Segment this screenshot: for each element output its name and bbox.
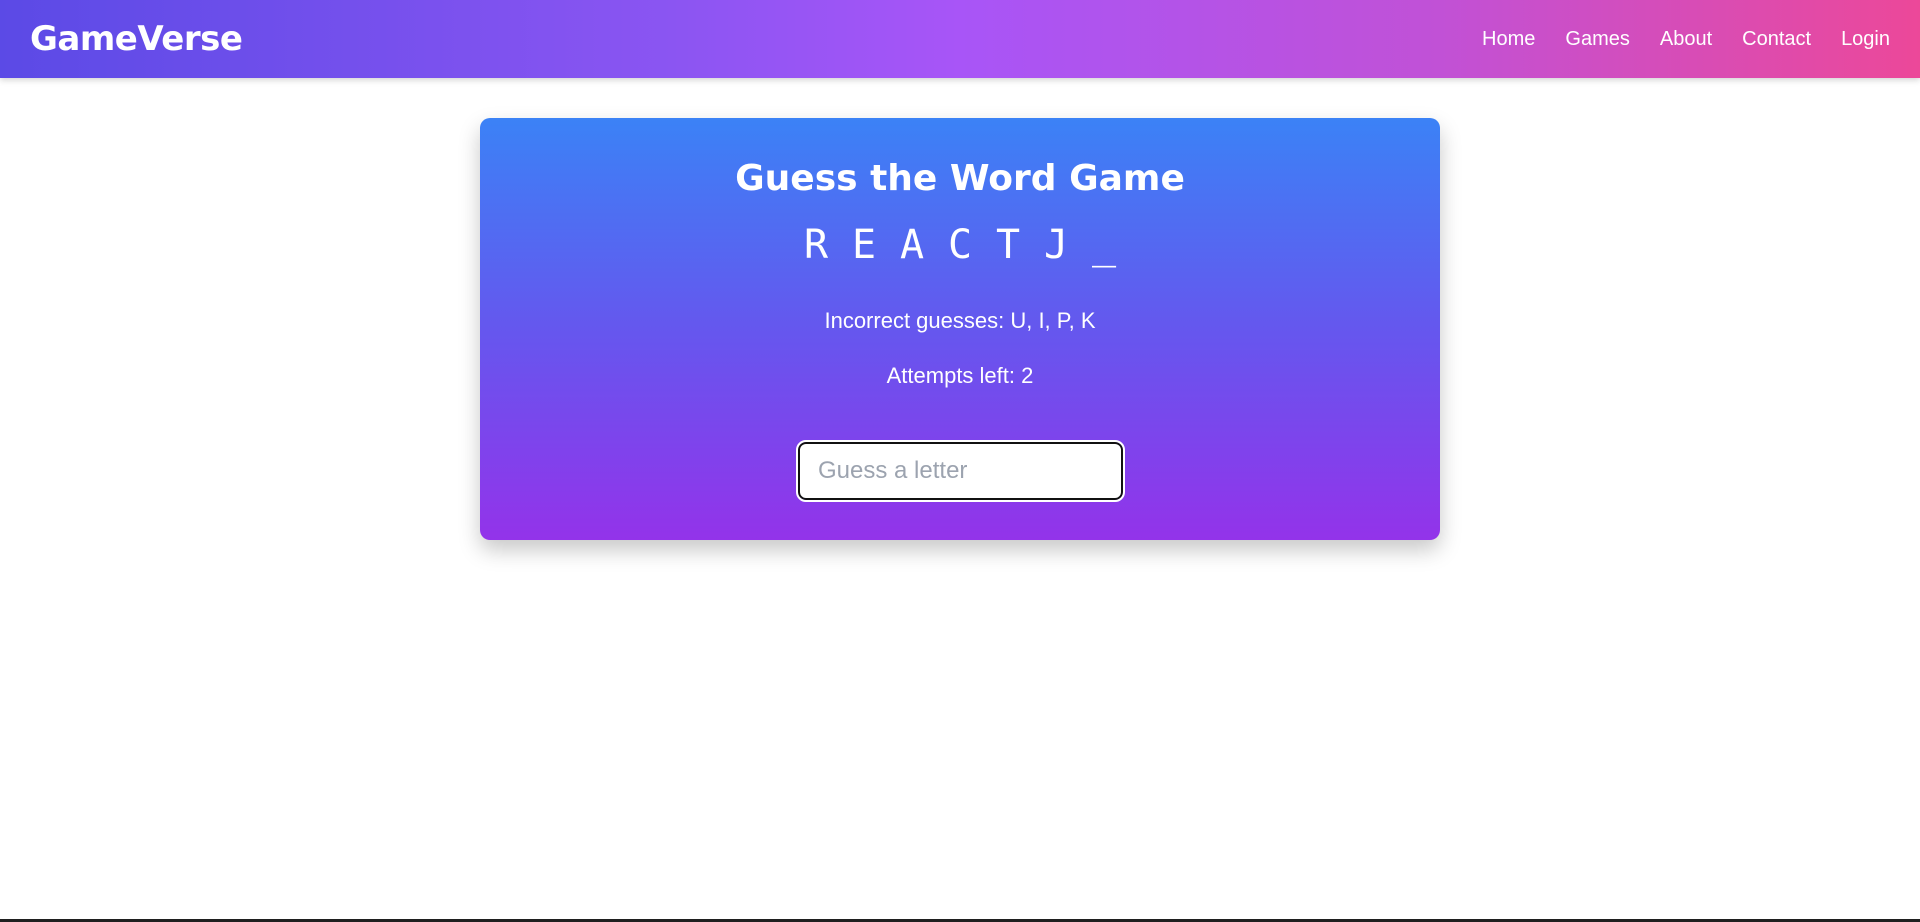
game-title: Guess the Word Game [735, 158, 1185, 199]
nav-login-link[interactable]: Login [1841, 28, 1890, 51]
guess-letter-input[interactable] [796, 440, 1125, 502]
word-letter: J [1043, 222, 1069, 268]
nav-games-link[interactable]: Games [1565, 28, 1629, 51]
nav-about-link[interactable]: About [1660, 28, 1712, 51]
page: GameVerse Home Games About Contact Login… [0, 0, 1920, 922]
word-letter: _ [1091, 222, 1117, 268]
word-letter: R [803, 222, 829, 268]
word-letter: T [995, 222, 1021, 268]
brand-logo[interactable]: GameVerse [30, 19, 243, 59]
word-letter: A [899, 222, 925, 268]
game-card: Guess the Word Game R E A C T J _ Incorr… [480, 118, 1440, 540]
nav-links: Home Games About Contact Login [1482, 28, 1890, 51]
incorrect-guesses-text: Incorrect guesses: U, I, P, K [824, 308, 1096, 333]
top-navbar: GameVerse Home Games About Contact Login [0, 0, 1920, 78]
nav-contact-link[interactable]: Contact [1742, 28, 1811, 51]
word-letter: E [851, 222, 877, 268]
nav-home-link[interactable]: Home [1482, 28, 1535, 51]
attempts-left-text: Attempts left: 2 [886, 363, 1034, 388]
word-display: R E A C T J _ [480, 222, 1440, 268]
word-letter: C [947, 222, 973, 268]
